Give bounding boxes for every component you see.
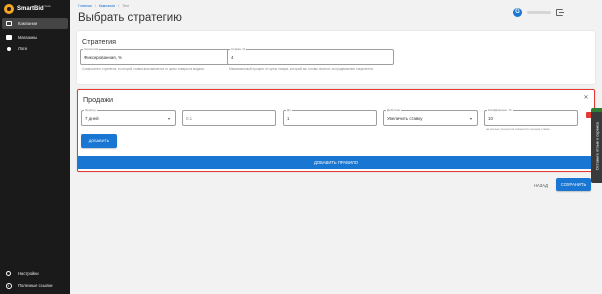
feedback-label: Оставьте отзыв о сервисе	[594, 121, 599, 171]
period-select-value: 7 дней	[85, 116, 99, 121]
avatar[interactable]: G	[513, 8, 522, 17]
add-condition-button[interactable]: ДОБАВИТЬ	[81, 134, 117, 148]
percent-hint: Максимальный процент от цены товара, кот…	[229, 67, 374, 71]
sidebar-item-shops[interactable]: Магазины	[2, 32, 68, 43]
user-name[interactable]	[527, 11, 551, 14]
add-rule-button[interactable]: ДОБАВИТЬ ПРАВИЛО	[78, 156, 594, 169]
breadcrumb-current: Test	[122, 4, 129, 8]
strategy-card-title: Стратегия	[82, 37, 117, 46]
shop-icon	[5, 35, 12, 41]
rules-card: Продажи ✕ Период 7 дней 0.1 До 1 Действи…	[77, 89, 595, 172]
percent-field[interactable]: Ставка, % 4	[227, 47, 394, 65]
strategy-select-label: Стратегия	[83, 47, 100, 51]
app-name: SmartBid	[17, 6, 44, 12]
breadcrumb: Главная / Кампании / Test	[78, 4, 129, 8]
sidebar-item-label: Логи	[18, 46, 27, 51]
rate-field[interactable]: Коэффициент, % 10	[484, 108, 578, 126]
breadcrumb-home[interactable]: Главная	[78, 4, 92, 8]
percent-field-label: Ставка, %	[230, 47, 247, 51]
rate-hint: на сколько процентов изменится текущая с…	[486, 127, 550, 131]
from-field[interactable]: 0.1	[182, 110, 276, 126]
rate-field-value: 10	[488, 116, 493, 121]
sidebar-item-label: Магазины	[18, 35, 38, 40]
rate-field-label: Коэффициент, %	[487, 108, 513, 112]
to-field-label: До	[286, 108, 292, 112]
back-button[interactable]: НАЗАД	[529, 180, 553, 190]
feedback-tab[interactable]: Оставьте отзыв о сервисе	[591, 110, 602, 183]
sidebar-item-logs[interactable]: Логи	[2, 43, 68, 54]
sidebar-item-label: Полезные ссылки	[18, 283, 53, 288]
sidebar-item-label: Настройки	[18, 271, 39, 276]
breadcrumb-separator: /	[94, 4, 96, 8]
log-icon	[5, 46, 12, 52]
sidebar-item-campaigns[interactable]: Кампании	[2, 18, 68, 29]
percent-field-value: 4	[231, 55, 234, 60]
sidebar-item-useful-links[interactable]: i Полезные ссылки	[2, 280, 68, 291]
to-field[interactable]: До 1	[283, 108, 377, 126]
action-select-value: Увеличить ставку	[387, 116, 423, 121]
logo-icon	[4, 4, 14, 14]
logout-icon[interactable]	[556, 9, 564, 16]
sidebar: SmartBid beta Кампании Магазины Логи Нас…	[0, 0, 70, 294]
feedback-accent	[591, 108, 602, 112]
breadcrumb-campaigns[interactable]: Кампании	[99, 4, 116, 8]
info-icon: i	[5, 282, 12, 289]
period-select-label: Период	[84, 108, 97, 112]
strategy-hint: Совершенно стратегия, в которой ставка в…	[82, 67, 205, 71]
folder-icon	[5, 21, 12, 27]
breadcrumb-separator: /	[118, 4, 120, 8]
gear-icon	[5, 271, 12, 277]
strategy-select[interactable]: Стратегия Фиксированная, %	[80, 47, 247, 65]
close-icon[interactable]: ✕	[583, 95, 589, 101]
to-field-value: 1	[287, 116, 290, 121]
chevron-down-icon	[168, 118, 170, 120]
period-select[interactable]: Период 7 дней	[81, 108, 176, 126]
app-version: beta	[44, 4, 51, 8]
rules-card-title: Продажи	[83, 95, 114, 104]
strategy-select-value: Фиксированная, %	[84, 55, 123, 60]
sidebar-item-settings[interactable]: Настройки	[2, 268, 68, 279]
from-field-value: 0.1	[186, 116, 193, 121]
save-button[interactable]: СОХРАНИТЬ	[556, 178, 591, 191]
action-select[interactable]: Действие Увеличить ставку	[383, 108, 478, 126]
action-select-label: Действие	[386, 108, 402, 112]
strategy-card: Стратегия Стратегия Фиксированная, % Сов…	[77, 31, 595, 84]
page-title: Выбрать стратегию	[78, 12, 182, 24]
sidebar-item-label: Кампании	[18, 21, 38, 26]
chevron-down-icon	[470, 118, 472, 120]
app-logo[interactable]: SmartBid beta	[4, 3, 51, 15]
